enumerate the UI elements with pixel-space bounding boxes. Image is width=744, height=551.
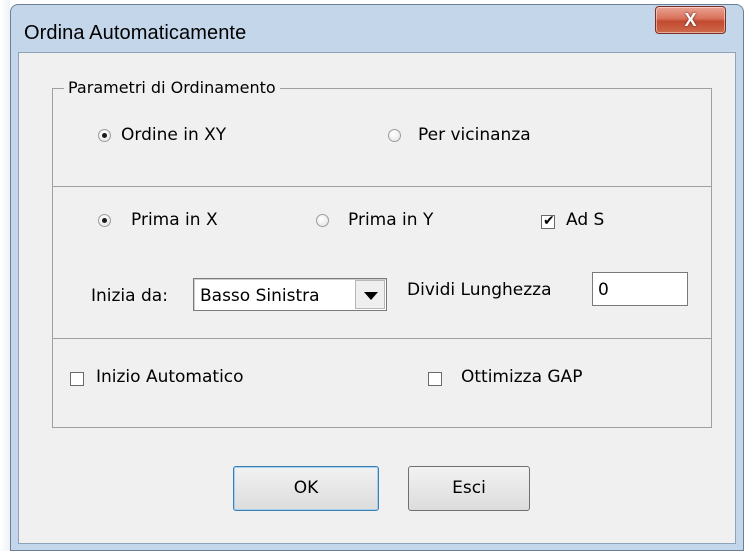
- group-title: Parametri di Ordinamento: [64, 78, 280, 97]
- checkbox-ads[interactable]: ✔: [541, 213, 555, 229]
- start-from-value: Basso Sinistra: [200, 286, 320, 306]
- start-from-select[interactable]: Basso Sinistra: [193, 278, 387, 311]
- checkbox-ads-label[interactable]: Ad S: [566, 210, 604, 230]
- radio-proximity-label[interactable]: Per vicinanza: [418, 125, 531, 145]
- radio-order-xy[interactable]: [98, 129, 111, 142]
- radio-first-x-label[interactable]: Prima in X: [131, 210, 218, 230]
- split-length-value: 0: [598, 280, 609, 300]
- separator-1: [52, 186, 712, 187]
- split-length-input[interactable]: 0: [592, 272, 688, 306]
- exit-button[interactable]: Esci: [408, 466, 530, 511]
- radio-first-y[interactable]: [316, 214, 329, 227]
- chevron-down-icon[interactable]: [355, 280, 385, 309]
- separator-2: [52, 338, 712, 339]
- checkbox-auto-start-label[interactable]: Inizio Automatico: [96, 367, 244, 387]
- checkbox-optimize-gap[interactable]: [428, 372, 442, 386]
- radio-proximity[interactable]: [388, 129, 401, 142]
- dialog-content: Parametri di Ordinamento Ordine in XY Pe…: [0, 0, 744, 551]
- checkbox-auto-start[interactable]: [70, 372, 84, 386]
- check-icon: ✔: [543, 213, 555, 229]
- radio-first-x[interactable]: [98, 214, 111, 227]
- split-length-label: Dividi Lunghezza: [407, 280, 552, 300]
- ok-button[interactable]: OK: [233, 466, 379, 511]
- start-from-label: Inizia da:: [91, 286, 168, 306]
- checkbox-optimize-gap-label[interactable]: Ottimizza GAP: [461, 367, 582, 387]
- radio-order-xy-label[interactable]: Ordine in XY: [121, 125, 226, 145]
- radio-first-y-label[interactable]: Prima in Y: [348, 210, 433, 230]
